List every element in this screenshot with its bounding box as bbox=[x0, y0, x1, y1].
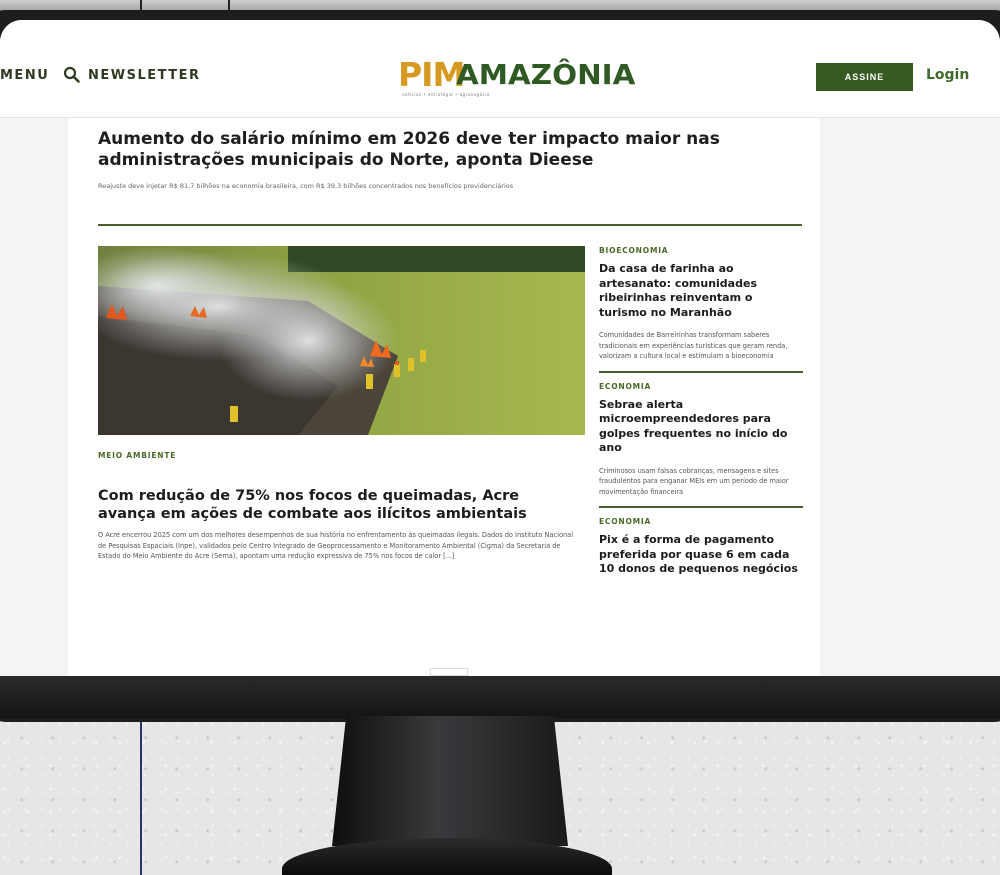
sidebar-article-category[interactable]: BIOECONOMIA bbox=[599, 246, 803, 255]
sidebar-article[interactable]: ECONOMIA Sebrae alerta microempreendedor… bbox=[599, 382, 803, 498]
sidebar-article-title[interactable]: Sebrae alerta microempreendedores para g… bbox=[599, 398, 803, 456]
lead-headline[interactable]: Aumento do salário mínimo em 2026 deve t… bbox=[98, 129, 798, 171]
lead-subheadline: Reajuste deve injetar R$ 81,7 bilhões na… bbox=[98, 182, 514, 190]
feature-category[interactable]: MEIO AMBIENTE bbox=[98, 451, 176, 460]
site-header: MENU NEWSLETTER PIM AMAZÔNIA notícias • … bbox=[0, 20, 1000, 118]
subscribe-button[interactable]: ASSINE bbox=[816, 63, 913, 91]
login-link[interactable]: Login bbox=[926, 67, 969, 83]
browser-screen: MENU NEWSLETTER PIM AMAZÔNIA notícias • … bbox=[0, 20, 1000, 676]
section-divider bbox=[98, 224, 802, 226]
sidebar-news: BIOECONOMIA Da casa de farinha ao artesa… bbox=[599, 246, 803, 577]
logo-mark: PIM bbox=[398, 55, 465, 94]
monitor-chin bbox=[0, 676, 1000, 718]
feature-image[interactable] bbox=[98, 246, 585, 435]
sidebar-divider bbox=[599, 370, 803, 373]
main-content: Aumento do salário mínimo em 2026 deve t… bbox=[68, 118, 820, 676]
search-icon[interactable] bbox=[63, 66, 80, 83]
logo-tagline: notícias • estratégia • agronegócio bbox=[402, 92, 490, 97]
site-logo[interactable]: PIM AMAZÔNIA notícias • estratégia • agr… bbox=[398, 55, 635, 100]
feature-title[interactable]: Com redução de 75% nos focos de queimada… bbox=[98, 487, 568, 523]
menu-button[interactable]: MENU bbox=[0, 68, 49, 83]
sidebar-article-category[interactable]: ECONOMIA bbox=[599, 517, 803, 526]
sidebar-article-excerpt: Comunidades de Barreirinhas transformam … bbox=[599, 331, 788, 360]
newsletter-link[interactable]: NEWSLETTER bbox=[88, 68, 201, 83]
sidebar-article-category[interactable]: ECONOMIA bbox=[599, 382, 803, 391]
feature-excerpt: O Acre encerrou 2025 com um dos melhores… bbox=[98, 531, 574, 560]
sidebar-article-title[interactable]: Pix é a forma de pagamento preferida por… bbox=[599, 533, 803, 577]
monitor-stand-neck bbox=[332, 716, 568, 846]
sidebar-article-title[interactable]: Da casa de farinha ao artesanato: comuni… bbox=[599, 262, 803, 320]
logo-name: AMAZÔNIA bbox=[456, 58, 636, 91]
sidebar-article[interactable]: BIOECONOMIA Da casa de farinha ao artesa… bbox=[599, 246, 803, 362]
scroll-indicator[interactable] bbox=[430, 668, 468, 676]
sidebar-divider bbox=[599, 506, 803, 508]
sidebar-article-excerpt: Criminosos usam falsas cobranças, mensag… bbox=[599, 466, 789, 496]
sidebar-article[interactable]: ECONOMIA Pix é a forma de pagamento pref… bbox=[599, 517, 803, 577]
